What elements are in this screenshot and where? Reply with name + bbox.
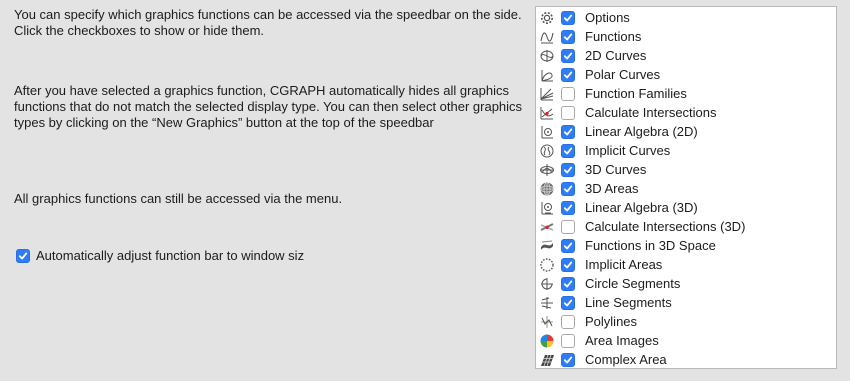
auto-adjust-option[interactable]: Automatically adjust function bar to win… xyxy=(16,248,304,263)
linear-algebra-2d-icon xyxy=(539,124,555,140)
function-checkbox[interactable] xyxy=(561,314,575,329)
function-curve-icon xyxy=(539,29,555,45)
function-row-3d-curves[interactable]: 3D Curves xyxy=(536,160,836,179)
function-checkbox[interactable] xyxy=(561,162,575,177)
circle-segment-icon xyxy=(539,276,555,292)
function-checkbox[interactable] xyxy=(561,200,575,215)
function-checkbox[interactable] xyxy=(561,257,575,272)
color-wheel-icon xyxy=(539,333,555,349)
function-checkbox[interactable] xyxy=(561,29,575,44)
function-checkbox[interactable] xyxy=(561,124,575,139)
function-label: Polylines xyxy=(585,314,638,329)
2d-curve-icon xyxy=(539,48,555,64)
line-segment-icon xyxy=(539,295,555,311)
function-checkbox[interactable] xyxy=(561,219,575,234)
function-label: Circle Segments xyxy=(585,276,681,291)
function-checkbox[interactable] xyxy=(561,295,575,310)
polyline-icon xyxy=(539,314,555,330)
function-label: Calculate Intersections (3D) xyxy=(585,219,746,234)
function-checkbox[interactable] xyxy=(561,67,575,82)
function-row-functions-in-3d-space[interactable]: Functions in 3D Space xyxy=(536,236,836,255)
function-family-icon xyxy=(539,86,555,102)
function-label: Line Segments xyxy=(585,295,672,310)
function-checkbox[interactable] xyxy=(561,48,575,63)
function-label: Calculate Intersections xyxy=(585,105,717,120)
function-row-2d-curves[interactable]: 2D Curves xyxy=(536,46,836,65)
function-label: Functions xyxy=(585,29,642,44)
function-checkbox[interactable] xyxy=(561,238,575,253)
function-row-linear-algebra-2d[interactable]: Linear Algebra (2D) xyxy=(536,122,836,141)
function-row-area-images[interactable]: Area Images xyxy=(536,331,836,350)
function-checkbox[interactable] xyxy=(561,143,575,158)
function-label: Implicit Curves xyxy=(585,143,671,158)
function-label: Area Images xyxy=(585,333,659,348)
function-row-calculate-intersections-3d[interactable]: Calculate Intersections (3D) xyxy=(536,217,836,236)
polar-curve-icon xyxy=(539,67,555,83)
function-label: 2D Curves xyxy=(585,48,647,63)
menu-access-paragraph: All graphics functions can still be acce… xyxy=(14,191,343,206)
function-label: Linear Algebra (3D) xyxy=(585,200,698,215)
function-label: 3D Areas xyxy=(585,181,639,196)
function-label: Complex Area xyxy=(585,352,667,367)
intersection-icon xyxy=(539,105,555,121)
function-row-polar-curves[interactable]: Polar Curves xyxy=(536,65,836,84)
function-checkbox[interactable] xyxy=(561,352,575,367)
function-row-complex-area[interactable]: Complex Area xyxy=(536,350,836,368)
graphics-functions-list[interactable]: Options Functions 2D Curves Polar Curves Fun… xyxy=(535,6,837,369)
function-row-calculate-intersections[interactable]: Calculate Intersections xyxy=(536,103,836,122)
function-checkbox[interactable] xyxy=(561,333,575,348)
intersection-3d-icon xyxy=(539,219,555,235)
auto-adjust-checkbox[interactable] xyxy=(16,248,30,263)
function-row-implicit-curves[interactable]: Implicit Curves xyxy=(536,141,836,160)
function-row-functions[interactable]: Functions xyxy=(536,27,836,46)
function-label: Functions in 3D Space xyxy=(585,238,716,253)
implicit-area-icon xyxy=(539,257,555,273)
implicit-curve-icon xyxy=(539,143,555,159)
complex-area-icon xyxy=(539,352,555,368)
gear-icon xyxy=(539,10,555,26)
function-row-line-segments[interactable]: Line Segments xyxy=(536,293,836,312)
3d-area-icon xyxy=(539,181,555,197)
function-row-options[interactable]: Options xyxy=(536,8,836,27)
function-3d-icon xyxy=(539,238,555,254)
function-checkbox[interactable] xyxy=(561,105,575,120)
hide-behavior-paragraph: After you have selected a graphics funct… xyxy=(14,83,523,130)
intro-paragraph: You can specify which graphics functions… xyxy=(14,7,522,38)
function-label: Linear Algebra (2D) xyxy=(585,124,698,139)
function-checkbox[interactable] xyxy=(561,86,575,101)
linear-algebra-3d-icon xyxy=(539,200,555,216)
auto-adjust-label: Automatically adjust function bar to win… xyxy=(36,248,305,263)
function-label: 3D Curves xyxy=(585,162,647,177)
function-label: Function Families xyxy=(585,86,687,101)
function-row-polylines[interactable]: Polylines xyxy=(536,312,836,331)
function-row-circle-segments[interactable]: Circle Segments xyxy=(536,274,836,293)
function-label: Implicit Areas xyxy=(585,257,663,272)
3d-curve-icon xyxy=(539,162,555,178)
function-row-implicit-areas[interactable]: Implicit Areas xyxy=(536,255,836,274)
function-checkbox[interactable] xyxy=(561,276,575,291)
function-checkbox[interactable] xyxy=(561,10,575,25)
function-row-linear-algebra-3d[interactable]: Linear Algebra (3D) xyxy=(536,198,836,217)
function-checkbox[interactable] xyxy=(561,181,575,196)
function-label: Polar Curves xyxy=(585,67,661,82)
function-row-function-families[interactable]: Function Families xyxy=(536,84,836,103)
function-label: Options xyxy=(585,10,630,25)
function-row-3d-areas[interactable]: 3D Areas xyxy=(536,179,836,198)
